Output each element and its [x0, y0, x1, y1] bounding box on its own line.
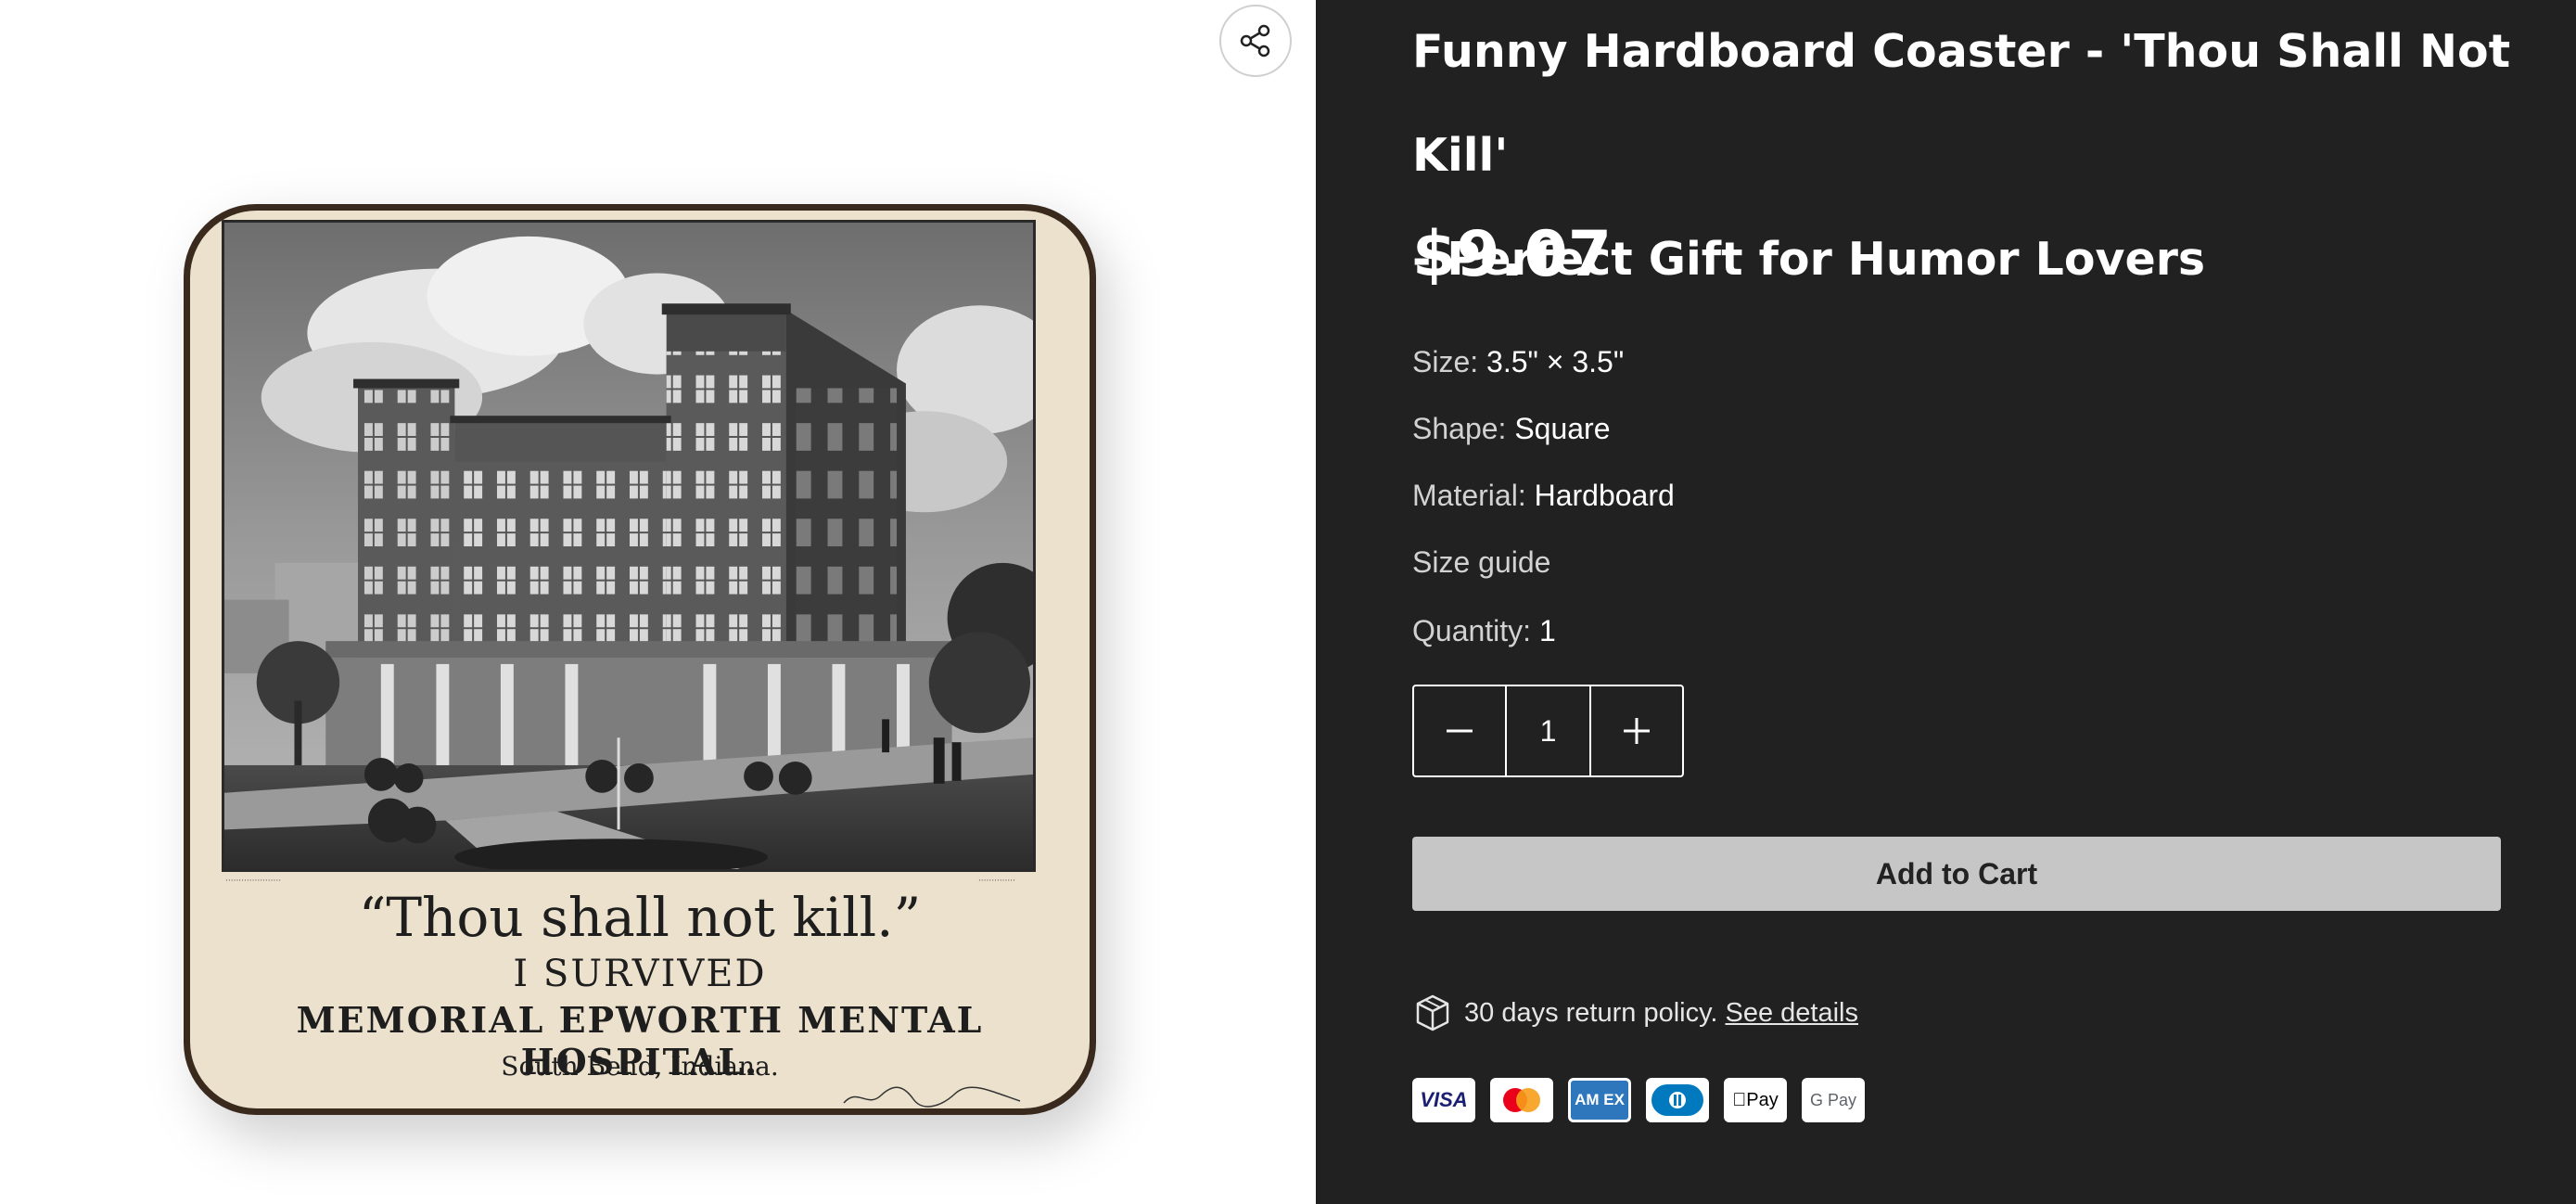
- package-icon: [1416, 994, 1449, 1031]
- artist-signature: [843, 1086, 1021, 1108]
- share-button[interactable]: [1219, 5, 1292, 77]
- hospital-building-image: [224, 223, 1033, 869]
- spec-material: Material: Hardboard: [1412, 479, 1675, 513]
- coaster-face: ····················· ·············· “Th…: [190, 211, 1090, 1108]
- coaster-line-survived: I SURVIVED: [513, 953, 767, 995]
- google-pay-icon: G Pay: [1802, 1078, 1865, 1122]
- quantity-input[interactable]: 1: [1505, 686, 1591, 775]
- spec-quantity-value: 1: [1538, 614, 1556, 647]
- product-title-line1: Funny Hardboard Coaster - 'Thou Shall No…: [1412, 25, 2511, 182]
- decrement-button[interactable]: [1414, 686, 1505, 775]
- hospital-illustration: [222, 220, 1036, 872]
- spec-quantity: Quantity: 1: [1412, 614, 1556, 648]
- increment-button[interactable]: [1591, 686, 1682, 775]
- coaster-quote: “Thou shall not kill.”: [358, 886, 922, 949]
- return-policy-text: 30 days return policy.: [1464, 997, 1718, 1028]
- coaster-line-location: South Bend, Indiana.: [501, 1051, 779, 1082]
- visa-icon: VISA: [1412, 1078, 1475, 1122]
- fine-print-left: ·····················: [225, 877, 282, 886]
- quantity-stepper: 1: [1412, 685, 1684, 777]
- product-details: Funny Hardboard Coaster - 'Thou Shall No…: [1316, 0, 2576, 1204]
- diners-club-icon: [1646, 1078, 1709, 1122]
- minus-icon: [1447, 729, 1473, 733]
- product-gallery: ····················· ·············· “Th…: [0, 0, 1316, 1204]
- return-policy: 30 days return policy. See details: [1412, 993, 1858, 1033]
- spec-size-value: 3.5" × 3.5": [1486, 345, 1625, 378]
- amex-icon: AM EX: [1568, 1078, 1631, 1122]
- see-details-link[interactable]: See details: [1726, 998, 1859, 1029]
- spec-size-label: Size:: [1412, 345, 1479, 378]
- share-icon: [1240, 24, 1270, 58]
- spec-shape: Shape: Square: [1412, 412, 1611, 446]
- plus-icon: [1624, 718, 1650, 744]
- apple-pay-icon:  Pay: [1724, 1078, 1787, 1122]
- spec-shape-label: Shape:: [1412, 412, 1507, 445]
- product-image[interactable]: ····················· ·············· “Th…: [184, 204, 1096, 1115]
- spec-size: Size: 3.5" × 3.5": [1412, 345, 1624, 379]
- add-to-cart-button[interactable]: Add to Cart: [1412, 837, 2501, 911]
- product-price: $9.07: [1412, 218, 1613, 291]
- fine-print-right: ··············: [977, 877, 1015, 886]
- spec-quantity-label: Quantity:: [1412, 614, 1532, 647]
- size-guide-link[interactable]: Size guide: [1412, 545, 1550, 580]
- mastercard-icon: [1490, 1078, 1553, 1122]
- spec-shape-value: Square: [1514, 412, 1611, 445]
- payment-methods: VISA AM EX  Pay: [1412, 1078, 1865, 1122]
- spec-material-label: Material:: [1412, 479, 1526, 512]
- spec-material-value: Hardboard: [1534, 479, 1675, 512]
